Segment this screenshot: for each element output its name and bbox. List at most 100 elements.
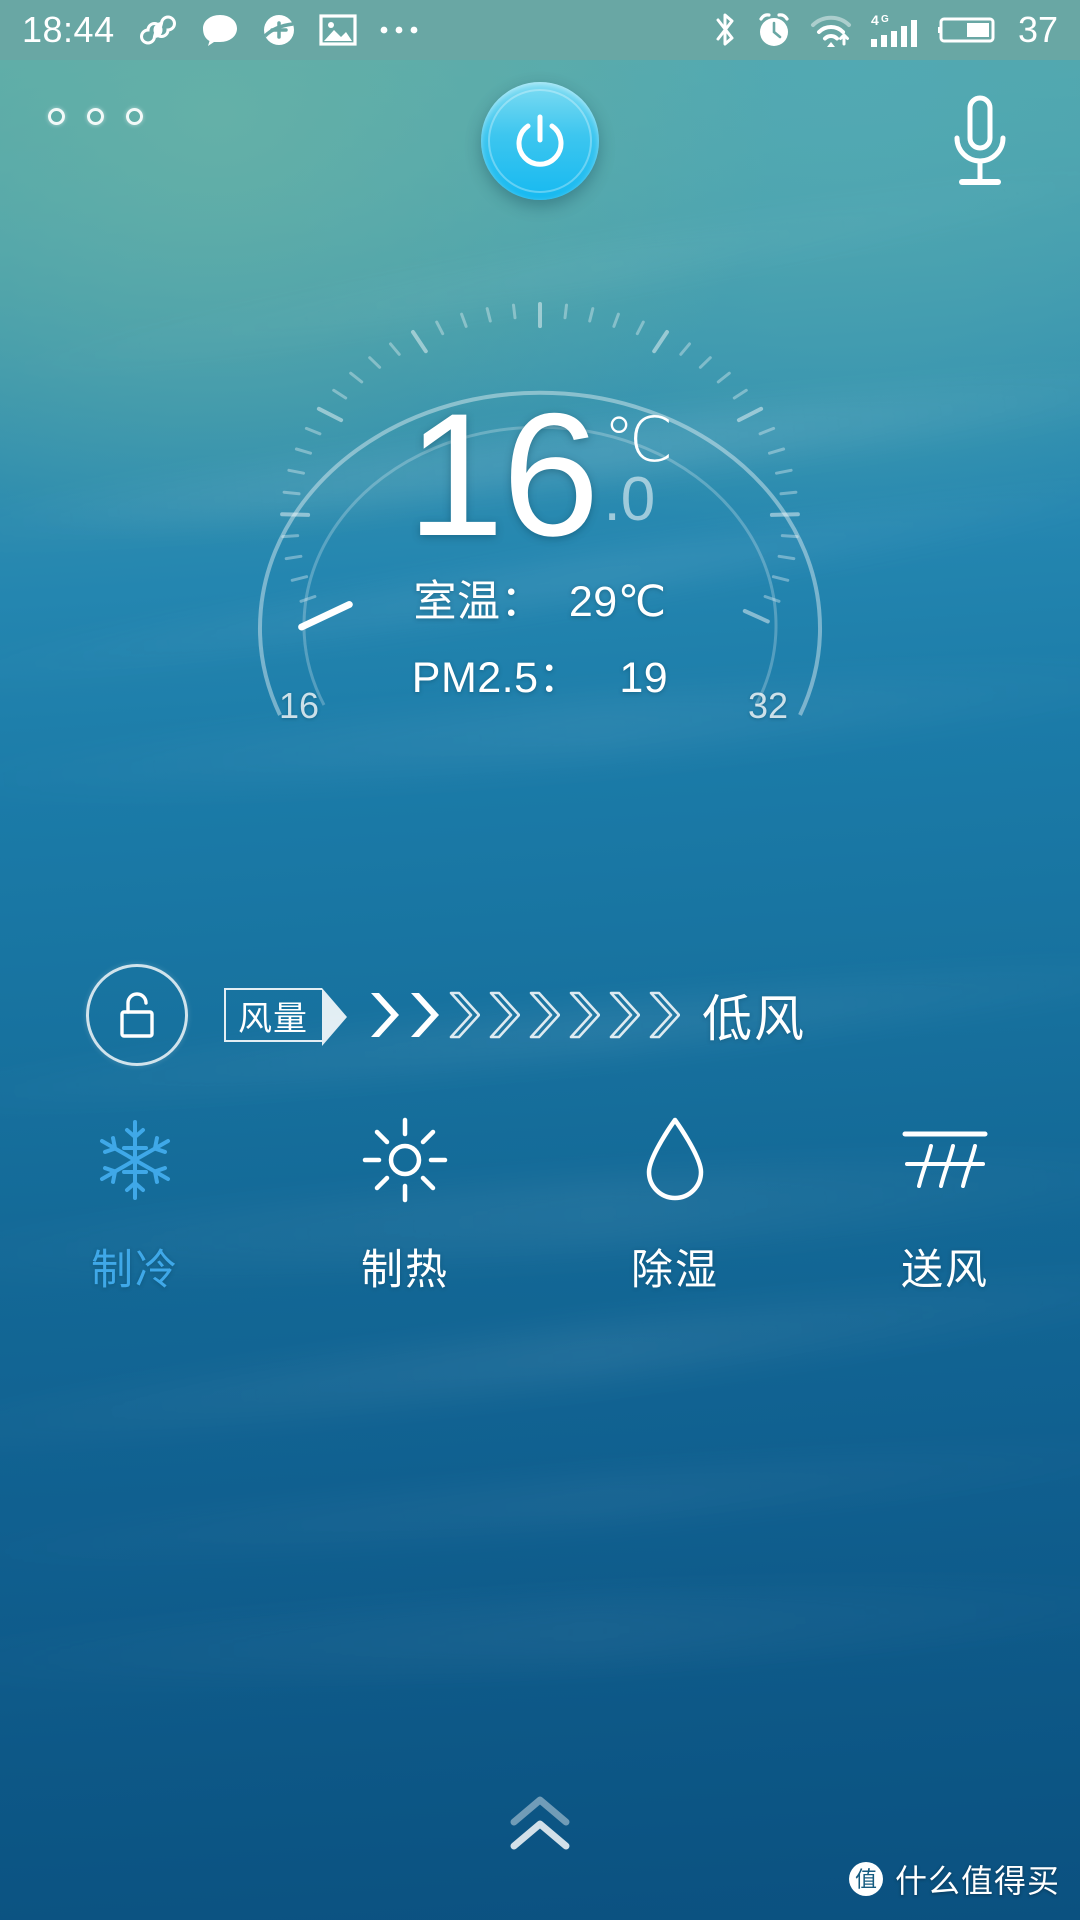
dial-tick xyxy=(411,330,428,354)
dial-tick xyxy=(280,512,311,517)
dial-tick xyxy=(742,609,770,624)
watermark-text: 什么值得买 xyxy=(894,1863,1060,1899)
dial-tick xyxy=(652,330,669,354)
dial-tick xyxy=(736,406,764,423)
dial-tick xyxy=(779,490,798,496)
menu-dot-icon xyxy=(126,108,143,125)
lock-toggle-button[interactable] xyxy=(86,964,188,1066)
dial-tick xyxy=(732,388,748,400)
dial-tick xyxy=(284,554,303,561)
watermark-logo-glyph: 值 xyxy=(855,1867,877,1892)
dial-tick xyxy=(771,575,790,582)
dial-tick xyxy=(768,447,786,455)
watermark-logo-icon: 值 xyxy=(848,1862,883,1896)
snowflake-icon xyxy=(91,1110,179,1210)
dial-tick xyxy=(368,356,382,369)
signal-bars-icon: 4 G xyxy=(869,11,921,49)
dial-tick xyxy=(563,303,568,320)
menu-dot-icon xyxy=(87,108,104,125)
microphone-button[interactable] xyxy=(932,92,1028,196)
mode-label-cool: 制冷 xyxy=(90,1246,179,1293)
gallery-icon xyxy=(318,14,357,46)
unlock-icon xyxy=(120,992,154,1038)
dial-graphics xyxy=(258,302,822,716)
dial-tick xyxy=(698,356,712,369)
dial-tick xyxy=(588,307,595,323)
status-bar-right: 4 G 37 xyxy=(712,10,1058,50)
mode-label-fan: 送风 xyxy=(900,1246,989,1293)
microphone-icon xyxy=(954,95,1006,185)
battery-percent: 37 xyxy=(1017,9,1058,50)
svg-text:4: 4 xyxy=(871,12,879,28)
dial-tick xyxy=(485,307,492,323)
status-bar-clock: 18:44 xyxy=(22,9,115,50)
fan-volume-tag: 风量 xyxy=(224,988,347,1046)
overflow-menu-button[interactable] xyxy=(48,108,143,125)
dial-tick xyxy=(512,303,517,320)
dial-range-min-label: 16 xyxy=(279,685,320,726)
dial-tick xyxy=(780,534,799,539)
fan-chevron-outline[interactable] xyxy=(642,988,680,1042)
fan-level-indicator[interactable] xyxy=(362,988,680,1042)
dial-tick xyxy=(435,320,445,336)
wifi-icon xyxy=(810,13,852,47)
dial-tick xyxy=(763,595,781,603)
battery-icon xyxy=(937,14,998,46)
temperature-dial[interactable]: 16 ℃ .0 室温： 29℃ PM2.5： 19 16 32 xyxy=(220,285,860,805)
more-dots-icon xyxy=(379,24,419,36)
dial-tick xyxy=(389,342,401,356)
power-button[interactable] xyxy=(481,82,599,200)
dial-handle[interactable] xyxy=(298,601,353,631)
fan-chevron-outline[interactable] xyxy=(442,988,480,1042)
drawer-handle-button[interactable] xyxy=(480,1778,600,1868)
sun-icon xyxy=(361,1110,449,1210)
fan-chevron-outline[interactable] xyxy=(482,988,520,1042)
dial-tick xyxy=(299,595,317,603)
infinity-icon xyxy=(137,15,179,45)
mode-button-row: 制冷 制热 除湿 送风 xyxy=(0,1110,1080,1310)
dial-tick xyxy=(460,312,468,328)
mode-button-cool[interactable]: 制冷 xyxy=(0,1110,270,1310)
fan-volume-label: 风量 xyxy=(238,999,308,1038)
dial-tick xyxy=(287,468,305,475)
water-drop-icon xyxy=(640,1110,710,1210)
dial-tick xyxy=(612,312,620,328)
health-plus-icon xyxy=(261,12,297,48)
dial-tick xyxy=(281,534,300,539)
dial-tick xyxy=(716,371,731,384)
dial-range-max-label: 32 xyxy=(747,685,788,726)
dial-tick xyxy=(290,575,309,582)
dial-tick xyxy=(332,388,348,400)
app-top-bar xyxy=(0,60,1080,230)
fan-chevron-filled[interactable] xyxy=(402,988,440,1042)
dial-tick xyxy=(769,512,800,517)
double-chevron-up-icon xyxy=(510,1796,570,1850)
status-bar-left: 18:44 xyxy=(22,12,419,48)
dial-tick xyxy=(775,468,793,475)
dial-tick xyxy=(316,406,344,423)
mode-label-heat: 制热 xyxy=(360,1246,449,1293)
dial-tick xyxy=(294,447,312,455)
status-bar: 18:44 4 G 37 xyxy=(0,0,1080,60)
mode-button-heat[interactable]: 制热 xyxy=(270,1110,540,1310)
dial-tick xyxy=(777,554,796,561)
fan-speed-row: 风量 低风 xyxy=(0,955,1080,1075)
dial-tick xyxy=(304,426,322,436)
dial-tick xyxy=(282,490,301,496)
mode-button-dehumidify[interactable]: 除湿 xyxy=(540,1110,810,1310)
mode-button-fan[interactable]: 送风 xyxy=(810,1110,1080,1310)
fan-chevron-outline[interactable] xyxy=(522,988,560,1042)
dial-tick xyxy=(635,320,645,336)
fan-chevron-outline[interactable] xyxy=(562,988,600,1042)
menu-dot-icon xyxy=(48,108,65,125)
fan-chevron-filled[interactable] xyxy=(362,988,400,1042)
dial-tick xyxy=(758,426,776,436)
mode-label-dehumidify: 除湿 xyxy=(630,1246,719,1293)
chat-bubble-icon xyxy=(201,13,239,47)
dial-tick xyxy=(679,342,691,356)
watermark: 值 什么值得买 xyxy=(847,1856,1060,1902)
power-icon xyxy=(516,114,564,167)
fan-chevron-outline[interactable] xyxy=(602,988,640,1042)
svg-text:G: G xyxy=(881,14,889,25)
dial-tick xyxy=(349,371,364,384)
